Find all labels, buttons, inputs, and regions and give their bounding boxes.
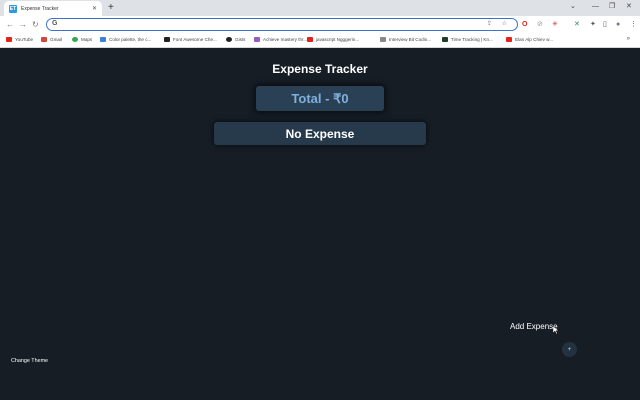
google-icon: G	[52, 20, 58, 27]
palette-icon	[100, 37, 106, 42]
app-favicon-icon: ET	[9, 4, 17, 13]
address-bar[interactable]: G ⇪ ☆	[46, 18, 518, 31]
page-title: Expense Tracker	[272, 62, 368, 76]
interviewbit-icon	[380, 37, 386, 42]
empty-expense-list: No Expense	[214, 122, 426, 145]
restore-button[interactable]: ❐	[609, 2, 615, 12]
add-expense-label[interactable]: Add Expense	[510, 322, 558, 331]
time-tracking-icon	[442, 37, 448, 42]
bookmark-page-icon	[254, 37, 260, 42]
bookmark-item[interactable]: Font Awesome Che...	[164, 37, 217, 42]
forward-button[interactable]: →	[19, 20, 27, 30]
bookmark-item[interactable]: YouTube	[6, 37, 33, 42]
bookmark-item[interactable]: Achieve mastery thr...	[254, 37, 307, 42]
expense-tracker-app: Expense Tracker Total - ₹0 No Expense Ad…	[0, 48, 640, 400]
extension-star-icon[interactable]: ✳	[552, 20, 558, 30]
bookmark-item[interactable]: Gists	[226, 37, 245, 42]
bookmark-item[interactable]: Elan Alp Chiev w...	[506, 37, 553, 42]
reload-button[interactable]: ↻	[32, 20, 39, 30]
browser-toolbar: ← → ↻ G ⇪ ☆ O ⊘ ✳ ✕ ✦ ▯ ● ⋮	[0, 16, 640, 34]
profile-avatar[interactable]: ●	[616, 20, 620, 30]
change-theme-button[interactable]: Change Theme	[11, 358, 48, 364]
bookmark-item[interactable]: javascript Ngggerin...	[307, 37, 359, 42]
browser-menu-icon[interactable]: ⋮	[630, 20, 637, 30]
bookmark-item[interactable]: Gmail	[41, 37, 62, 42]
font-awesome-icon	[164, 37, 170, 42]
minimize-button[interactable]: —	[592, 2, 599, 12]
tab-strip: ET Expense Tracker ✕ + ⌄ — ❐ ✕	[0, 0, 640, 16]
back-button[interactable]: ←	[6, 20, 14, 30]
extension-blocked-icon[interactable]: ⊘	[537, 20, 543, 30]
bookmark-item[interactable]: Time Tracking | Kn...	[442, 37, 493, 42]
youtube-icon	[506, 37, 512, 42]
total-amount-card: Total - ₹0	[256, 86, 384, 111]
tab-close-icon[interactable]: ✕	[92, 5, 97, 12]
add-expense-button[interactable]: +	[562, 342, 577, 357]
side-panel-icon[interactable]: ▯	[603, 20, 607, 30]
bookmark-item[interactable]: Color palette, the c...	[100, 37, 151, 42]
gmail-icon	[41, 37, 47, 42]
bookmark-item[interactable]: Interview Bit Codin...	[380, 37, 431, 42]
youtube-icon	[307, 37, 313, 42]
tab-search-icon[interactable]: ⌄	[570, 2, 576, 12]
github-icon	[226, 37, 232, 42]
share-bookmark-icons[interactable]: ⇪ ☆	[487, 20, 511, 27]
close-window-button[interactable]: ✕	[626, 2, 632, 12]
bookmarks-bar: YouTube Gmail Maps Color palette, the c.…	[0, 34, 640, 48]
bookmark-item[interactable]: Maps	[72, 37, 92, 42]
opera-icon[interactable]: O	[522, 20, 527, 30]
tab-title: Expense Tracker	[21, 5, 59, 12]
tab-expense-tracker[interactable]: ET Expense Tracker ✕	[4, 1, 102, 16]
extension-x-icon[interactable]: ✕	[574, 20, 580, 30]
maps-icon	[72, 37, 78, 42]
mouse-cursor-icon	[553, 326, 559, 334]
bookmarks-overflow-icon[interactable]: »	[627, 36, 630, 42]
new-tab-button[interactable]: +	[108, 2, 114, 14]
extensions-puzzle-icon[interactable]: ✦	[590, 20, 596, 30]
youtube-icon	[6, 37, 12, 42]
